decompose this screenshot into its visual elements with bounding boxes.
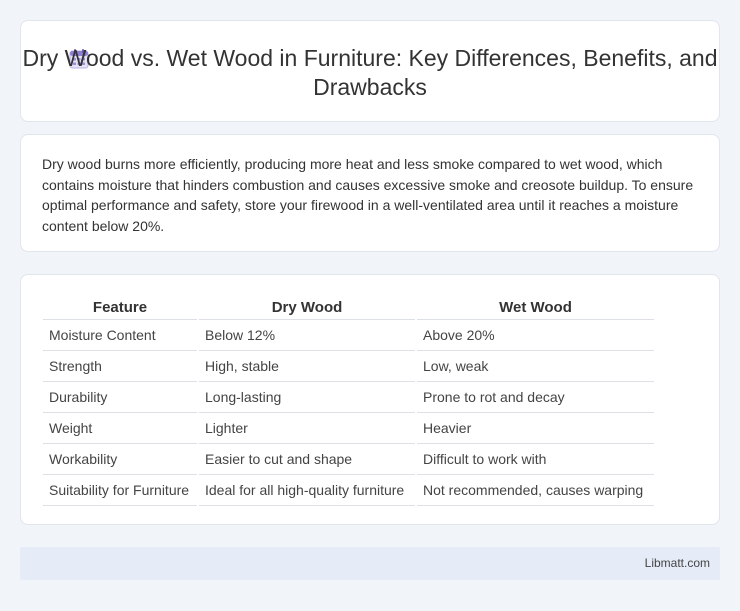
table-cell-dry: High, stable: [197, 350, 416, 382]
table-cell-dry: Lighter: [197, 412, 416, 444]
table-cell-wet: Above 20%: [415, 319, 654, 351]
table-cell-feature: Suitability for Furniture: [43, 474, 198, 506]
table-header-row: Feature Dry Wood Wet Wood: [43, 295, 654, 320]
footer-site-link[interactable]: Libmatt.com: [645, 556, 710, 570]
header-wet-wood: Wet Wood: [415, 295, 654, 320]
table-cell-feature: Weight: [43, 412, 198, 444]
summary-card: Dry wood burns more efficiently, produci…: [20, 134, 720, 252]
footer-bar: Libmatt.com: [20, 547, 720, 580]
comparison-table: Feature Dry Wood Wet Wood Moisture Conte…: [43, 295, 654, 506]
table-row: Weight Lighter Heavier: [43, 412, 654, 444]
summary-paragraph: Dry wood burns more efficiently, produci…: [42, 156, 694, 234]
table-row: Suitability for Furniture Ideal for all …: [43, 474, 654, 506]
table-row: Durability Long-lasting Prone to rot and…: [43, 381, 654, 413]
table-cell-wet: Low, weak: [415, 350, 654, 382]
header-dry-wood: Dry Wood: [197, 295, 416, 320]
title-card: Dry Wood vs. Wet Wood in Furniture: Key …: [20, 20, 720, 122]
table-cell-dry: Below 12%: [197, 319, 416, 351]
table-row: Workability Easier to cut and shape Diff…: [43, 443, 654, 475]
table-cell-dry: Long-lasting: [197, 381, 416, 413]
table-cell-wet: Heavier: [415, 412, 654, 444]
table-row: Strength High, stable Low, weak: [43, 350, 654, 382]
table-cell-dry: Ideal for all high-quality furniture: [197, 474, 416, 506]
table-cell-feature: Durability: [43, 381, 198, 413]
page-title: Dry Wood vs. Wet Wood in Furniture: Key …: [22, 45, 718, 100]
table-cell-wet: Not recommended, causes warping: [415, 474, 654, 506]
table-cell-feature: Strength: [43, 350, 198, 382]
comparison-card: Feature Dry Wood Wet Wood Moisture Conte…: [20, 274, 720, 525]
table-row: Moisture Content Below 12% Above 20%: [43, 319, 654, 351]
table-cell-dry: Easier to cut and shape: [197, 443, 416, 475]
table-cell-feature: Workability: [43, 443, 198, 475]
header-feature: Feature: [43, 295, 198, 320]
table-cell-wet: Difficult to work with: [415, 443, 654, 475]
table-cell-feature: Moisture Content: [43, 319, 198, 351]
table-cell-wet: Prone to rot and decay: [415, 381, 654, 413]
